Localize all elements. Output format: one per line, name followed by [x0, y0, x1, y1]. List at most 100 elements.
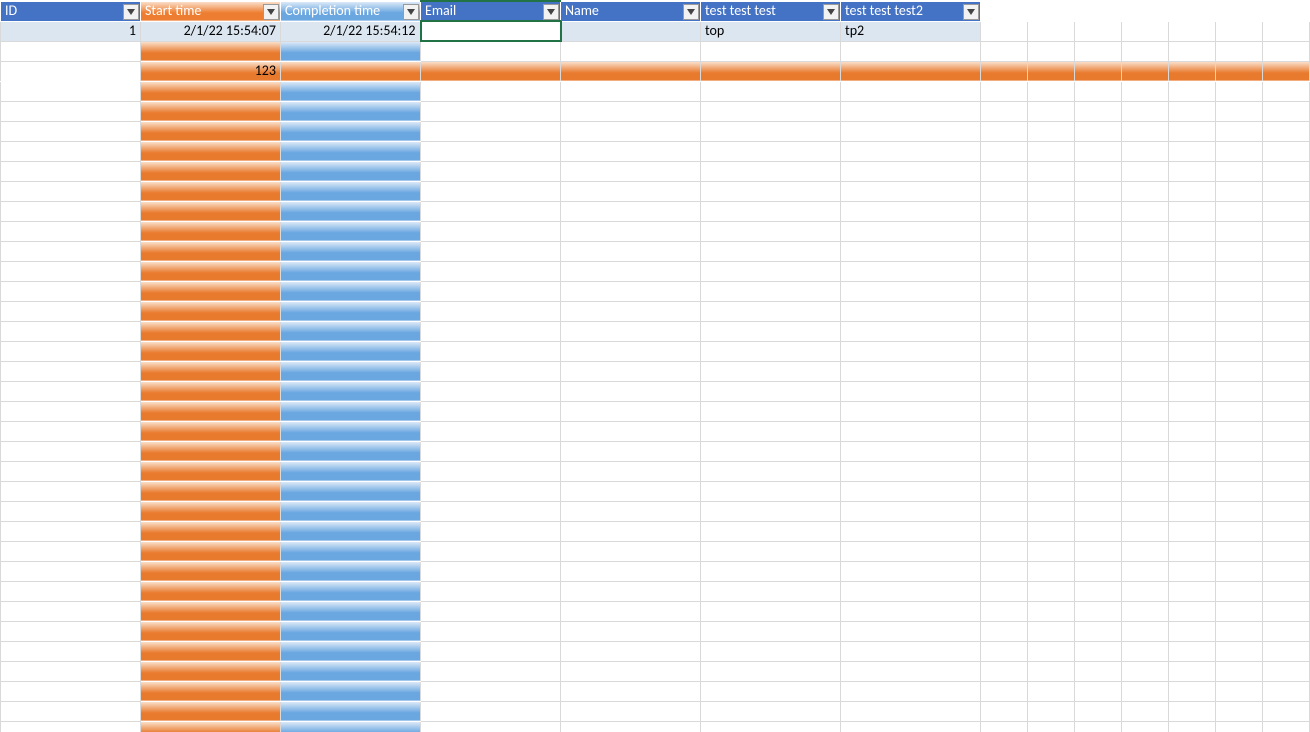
cell[interactable] — [701, 641, 841, 661]
cell[interactable] — [1, 401, 141, 421]
cell[interactable] — [281, 541, 421, 561]
cell[interactable] — [421, 541, 561, 561]
cell[interactable] — [1028, 521, 1075, 541]
cell[interactable] — [841, 601, 981, 621]
cell[interactable] — [1122, 721, 1169, 732]
cell[interactable] — [561, 301, 701, 321]
cell[interactable] — [1028, 361, 1075, 381]
cell[interactable] — [281, 121, 421, 141]
cell[interactable] — [561, 621, 701, 641]
cell[interactable] — [1263, 141, 1310, 161]
cell[interactable] — [841, 581, 981, 601]
cell[interactable] — [421, 321, 561, 341]
cell[interactable] — [141, 541, 281, 561]
cell[interactable] — [1075, 361, 1122, 381]
cell[interactable] — [421, 401, 561, 421]
cell[interactable] — [1263, 421, 1310, 441]
cell[interactable] — [841, 101, 981, 121]
cell[interactable] — [421, 101, 561, 121]
cell[interactable] — [1122, 461, 1169, 481]
cell[interactable] — [701, 621, 841, 641]
cell[interactable] — [141, 301, 281, 321]
cell[interactable] — [281, 101, 421, 121]
cell[interactable] — [561, 321, 701, 341]
cell[interactable] — [1169, 661, 1216, 681]
cell[interactable] — [841, 141, 981, 161]
cell[interactable] — [421, 681, 561, 701]
cell[interactable] — [561, 401, 701, 421]
cell[interactable] — [1, 501, 141, 521]
cell[interactable] — [1, 41, 141, 61]
cell[interactable] — [1075, 381, 1122, 401]
cell[interactable] — [421, 61, 561, 81]
cell[interactable] — [1122, 481, 1169, 501]
cell[interactable] — [141, 661, 281, 681]
cell[interactable] — [1263, 341, 1310, 361]
cell[interactable] — [981, 281, 1028, 301]
cell[interactable] — [1122, 281, 1169, 301]
cell[interactable] — [1, 81, 141, 101]
filter-button-id[interactable] — [123, 4, 139, 20]
cell[interactable] — [841, 501, 981, 521]
cell[interactable] — [1216, 1, 1263, 21]
cell[interactable] — [841, 301, 981, 321]
cell[interactable] — [1075, 701, 1122, 721]
header-id[interactable]: ID — [1, 1, 141, 21]
cell[interactable] — [981, 321, 1028, 341]
cell[interactable] — [141, 241, 281, 261]
cell[interactable] — [1122, 661, 1169, 681]
cell[interactable] — [1216, 441, 1263, 461]
cell[interactable] — [141, 201, 281, 221]
cell[interactable] — [1122, 21, 1169, 41]
cell[interactable] — [561, 661, 701, 681]
cell[interactable] — [1028, 1, 1075, 21]
cell[interactable] — [281, 321, 421, 341]
cell[interactable] — [141, 221, 281, 241]
cell[interactable] — [281, 161, 421, 181]
cell[interactable] — [1, 221, 141, 241]
cell[interactable] — [1169, 401, 1216, 421]
cell-id[interactable]: 1 — [1, 21, 141, 41]
filter-button-test1[interactable] — [823, 4, 839, 20]
spreadsheet-grid[interactable]: ID Start time Completion time Email Name — [0, 0, 1310, 732]
cell[interactable] — [1122, 581, 1169, 601]
cell[interactable] — [561, 421, 701, 441]
header-name[interactable]: Name — [561, 1, 701, 21]
cell[interactable] — [141, 181, 281, 201]
cell[interactable] — [1263, 301, 1310, 321]
cell[interactable] — [841, 181, 981, 201]
cell[interactable] — [981, 641, 1028, 661]
cell[interactable] — [1169, 281, 1216, 301]
cell[interactable] — [1122, 81, 1169, 101]
cell[interactable] — [421, 661, 561, 681]
cell[interactable] — [1169, 321, 1216, 341]
cell[interactable] — [1169, 461, 1216, 481]
cell[interactable] — [1122, 401, 1169, 421]
cell[interactable] — [1169, 541, 1216, 561]
cell[interactable] — [1169, 201, 1216, 221]
cell[interactable] — [1075, 61, 1122, 81]
cell[interactable] — [141, 421, 281, 441]
cell[interactable] — [1169, 721, 1216, 732]
cell[interactable] — [1263, 541, 1310, 561]
cell[interactable] — [1216, 541, 1263, 561]
cell[interactable] — [1075, 501, 1122, 521]
cell[interactable] — [701, 721, 841, 732]
cell[interactable] — [561, 561, 701, 581]
cell[interactable] — [841, 441, 981, 461]
cell-completion-time[interactable]: 2/1/22 15:54:12 — [281, 21, 421, 41]
cell[interactable] — [281, 81, 421, 101]
cell[interactable] — [421, 261, 561, 281]
cell[interactable] — [701, 581, 841, 601]
cell[interactable] — [561, 581, 701, 601]
cell[interactable] — [701, 461, 841, 481]
cell[interactable] — [1169, 681, 1216, 701]
cell[interactable] — [141, 601, 281, 621]
cell[interactable] — [1169, 41, 1216, 61]
cell[interactable] — [141, 261, 281, 281]
cell[interactable] — [1028, 381, 1075, 401]
cell[interactable] — [1169, 381, 1216, 401]
cell[interactable] — [841, 661, 981, 681]
cell[interactable] — [141, 281, 281, 301]
cell[interactable] — [1122, 621, 1169, 641]
